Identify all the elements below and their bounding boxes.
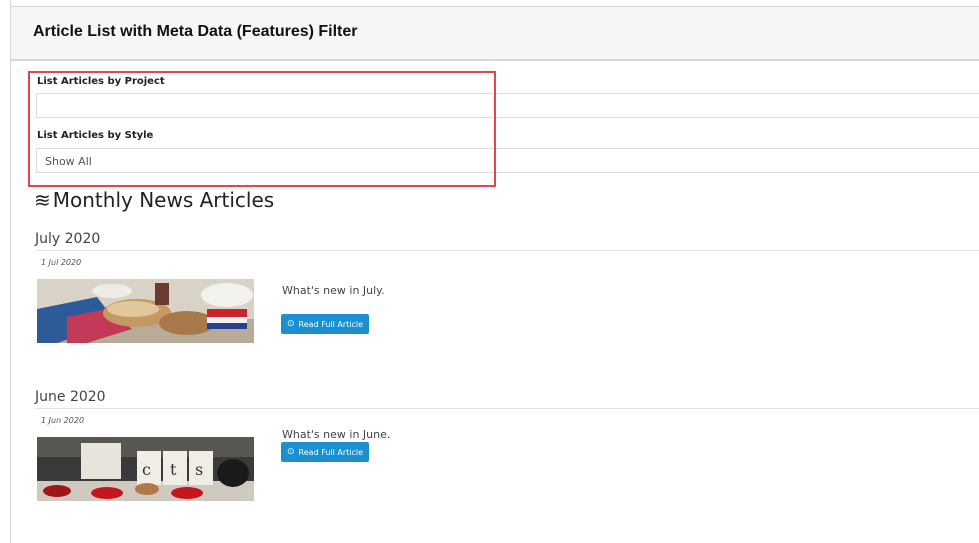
read-full-article-label: Read Full Article [298,447,364,457]
panel-header: Article List with Meta Data (Features) F… [11,7,979,61]
month-divider [35,250,979,251]
month-heading-june: June 2020 [35,389,106,405]
svg-text:t: t [170,460,177,479]
article-date: 1 Jul 2020 [41,258,82,267]
month-divider [35,408,979,409]
section-title-text: Monthly News Articles [52,188,275,212]
article-thumbnail-july[interactable] [37,279,254,343]
page-left-border [10,0,11,543]
article-description-june: What's new in June. [282,428,391,441]
style-filter-label: List Articles by Style [37,130,154,141]
circle-arrow-icon: ⊙ [287,446,295,457]
project-filter-label: List Articles by Project [37,76,165,87]
circle-arrow-icon: ⊙ [287,318,295,329]
panel-title: Article List with Meta Data (Features) F… [33,23,358,40]
article-date: 1 Jun 2020 [41,416,85,425]
project-filter-select[interactable] [36,93,979,118]
svg-text:s: s [195,460,203,479]
read-full-article-button-june[interactable]: ⊙ Read Full Article [281,442,370,462]
section-title: ≋ Monthly News Articles [34,188,274,212]
article-description-july: What's new in July. [282,284,385,297]
style-filter-value: Show All [45,155,92,168]
read-full-article-button-july[interactable]: ⊙ Read Full Article [281,314,370,334]
waves-icon: ≋ [34,188,51,212]
style-filter-select[interactable]: Show All [36,148,979,173]
month-heading-july: July 2020 [35,231,101,247]
svg-text:c: c [142,460,151,479]
read-full-article-label: Read Full Article [298,319,364,329]
article-thumbnail-june[interactable]: c t s [37,437,254,501]
